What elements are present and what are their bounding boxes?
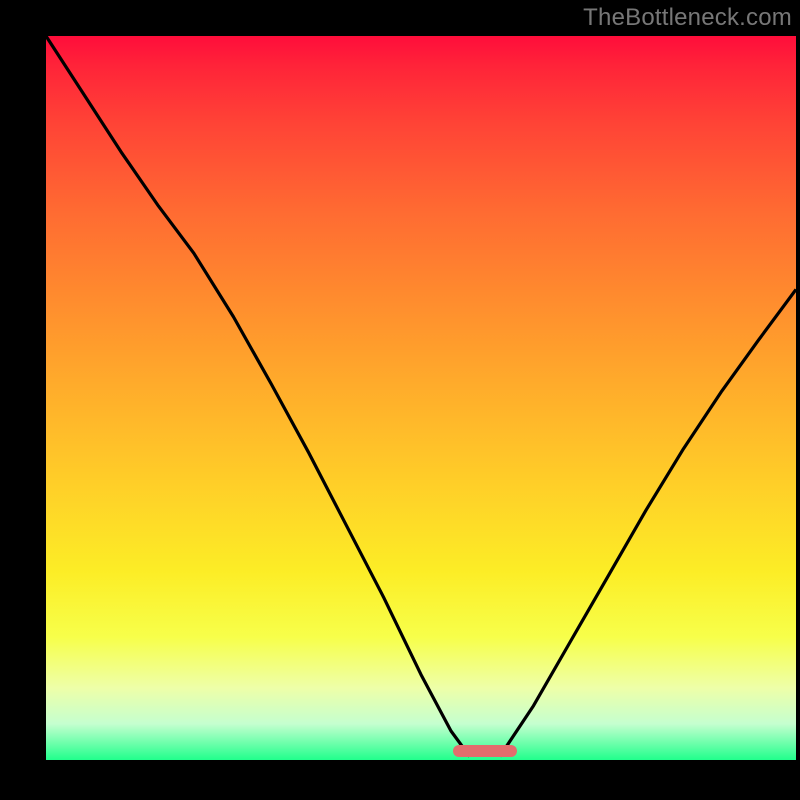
minimum-marker (453, 745, 517, 757)
curve-layer (46, 36, 796, 760)
watermark-text: TheBottleneck.com (583, 4, 792, 32)
plot-area (46, 36, 796, 760)
curve-right-branch (500, 289, 796, 756)
curve-left-branch (46, 36, 470, 756)
chart-stage: TheBottleneck.com (0, 0, 800, 800)
